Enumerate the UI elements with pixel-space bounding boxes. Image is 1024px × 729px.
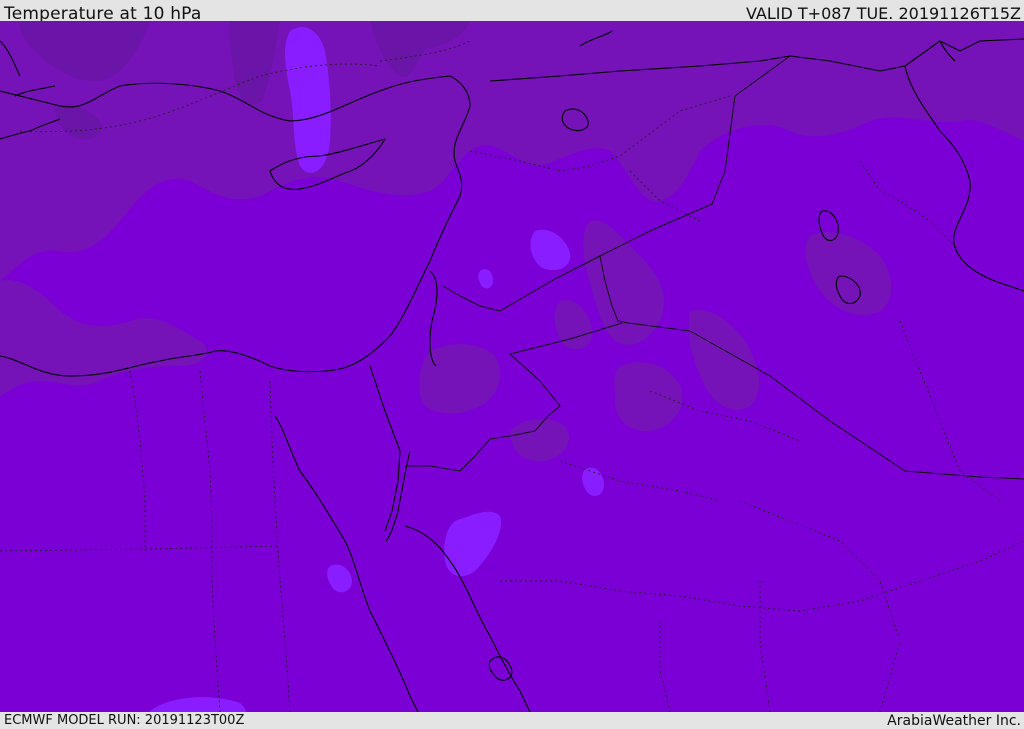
map-canvas [0, 21, 1024, 712]
model-run: ECMWF MODEL RUN: 20191123T00Z [4, 713, 245, 728]
footer-bar: ECMWF MODEL RUN: 20191123T00Z ArabiaWeat… [0, 712, 1024, 729]
header-bar: Temperature at 10 hPa VALID T+087 TUE. 2… [0, 0, 1024, 24]
temperature-map[interactable] [0, 21, 1024, 712]
credit-label: ArabiaWeather Inc. [887, 713, 1021, 729]
